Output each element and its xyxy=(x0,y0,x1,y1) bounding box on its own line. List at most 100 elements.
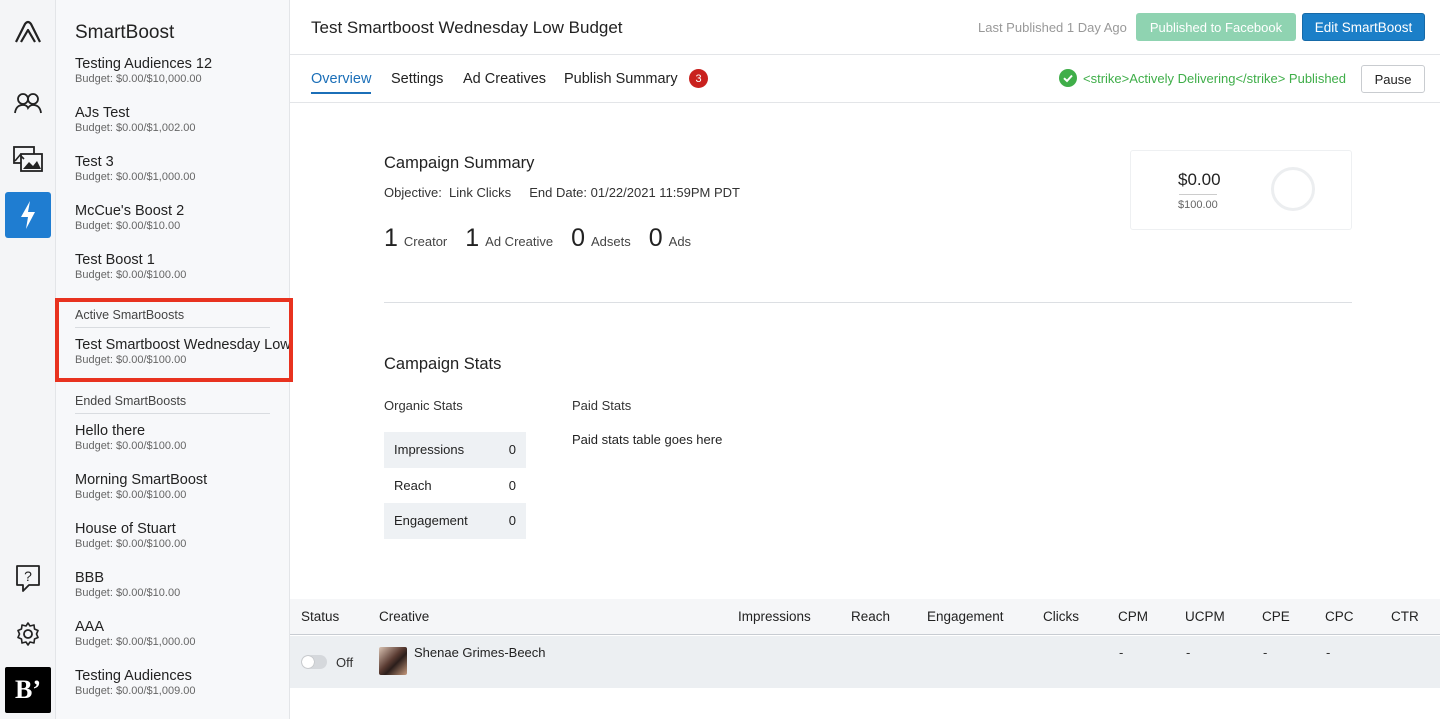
item-name: Testing Audiences 12 xyxy=(75,56,213,72)
page-title: Test Smartboost Wednesday Low Budget xyxy=(311,18,623,37)
item-budget: Budget: $0.00/$100.00 xyxy=(75,489,187,501)
table-row: Impressions 0 xyxy=(384,432,526,468)
svg-text:?: ? xyxy=(24,568,32,584)
ucpm-value: - xyxy=(1186,645,1191,660)
brand-b-text: B’ xyxy=(15,675,41,704)
budget-separator xyxy=(1179,194,1217,195)
col-creative[interactable]: Creative xyxy=(379,609,429,624)
list-item[interactable]: BBB Budget: $0.00/$10.00 xyxy=(75,570,289,600)
budget-spent: $0.00 xyxy=(1178,170,1221,189)
ended-section-label: Ended SmartBoosts xyxy=(75,394,270,414)
col-ucpm[interactable]: UCPM xyxy=(1185,609,1225,624)
list-item[interactable]: Morning SmartBoost Budget: $0.00/$100.00 xyxy=(75,472,289,502)
list-item[interactable]: House of Stuart Budget: $0.00/$100.00 xyxy=(75,521,289,551)
count-value: 0 xyxy=(571,224,585,252)
smartboost-bolt-icon[interactable] xyxy=(5,192,51,238)
table-row: Reach 0 xyxy=(384,468,526,504)
col-impressions[interactable]: Impressions xyxy=(738,609,811,624)
brand-b-icon[interactable]: B’ xyxy=(5,667,51,713)
list-item[interactable]: Hello there Budget: $0.00/$100.00 xyxy=(75,423,289,453)
toggle-knob xyxy=(302,656,314,668)
item-budget: Budget: $0.00/$1,002.00 xyxy=(75,122,196,134)
item-budget: Budget: $0.00/$10.00 xyxy=(75,220,181,232)
list-title: SmartBoost xyxy=(75,22,175,43)
paid-stats-label: Paid Stats xyxy=(572,398,632,413)
item-name: BBB xyxy=(75,570,105,586)
list-item[interactable]: Test Boost 1 Budget: $0.00/$100.00 xyxy=(75,252,289,282)
item-name: Hello there xyxy=(75,423,146,439)
tab-overview[interactable]: Overview xyxy=(311,71,372,94)
count-label: Adsets xyxy=(591,234,631,249)
campaign-stats-title: Campaign Stats xyxy=(384,355,502,373)
cpc-value: - xyxy=(1326,645,1331,660)
paid-stats-placeholder: Paid stats table goes here xyxy=(572,432,723,447)
creatives-icon[interactable] xyxy=(5,136,51,182)
delivery-status: <strike>Actively Delivering</strike> Pub… xyxy=(1059,69,1346,87)
creatives-table-header: Status Creative Impressions Reach Engage… xyxy=(290,599,1440,635)
col-engagement[interactable]: Engagement xyxy=(927,609,1004,624)
item-budget: Budget: $0.00/$100.00 xyxy=(75,269,187,281)
list-item[interactable]: McCue's Boost 2 Budget: $0.00/$10.00 xyxy=(75,203,289,233)
settings-gear-icon[interactable] xyxy=(5,611,51,657)
icon-rail: ? B’ xyxy=(0,0,56,719)
col-cpm[interactable]: CPM xyxy=(1118,609,1148,624)
tab-publish-summary[interactable]: Publish Summary xyxy=(564,71,678,92)
avatar xyxy=(379,647,407,675)
cpe-value: - xyxy=(1263,645,1268,660)
table-row: Engagement 0 xyxy=(384,503,526,539)
count-label: Creator xyxy=(403,234,448,249)
publish-summary-badge: 3 xyxy=(689,69,708,88)
stat-value: 0 xyxy=(508,477,516,493)
col-cpc[interactable]: CPC xyxy=(1325,609,1354,624)
check-circle-icon xyxy=(1059,69,1077,87)
logo-icon[interactable] xyxy=(5,10,51,56)
last-published-text: Last Published 1 Day Ago xyxy=(978,20,1127,35)
creator-name[interactable]: Shenae Grimes-Beech xyxy=(414,645,546,660)
tab-settings[interactable]: Settings xyxy=(391,71,443,92)
count-value: 0 xyxy=(648,224,663,252)
item-budget: Budget: $0.00/$100.00 xyxy=(75,440,187,452)
tab-ad-creatives[interactable]: Ad Creatives xyxy=(463,71,546,92)
stat-value: 0 xyxy=(494,432,526,468)
organic-stats-label: Organic Stats xyxy=(384,398,463,413)
col-status[interactable]: Status xyxy=(301,609,339,624)
col-ctr[interactable]: CTR xyxy=(1391,609,1419,624)
item-name: AJs Test xyxy=(75,105,130,121)
summary-counts: 1 Creator 1 Ad Creative 0 Adsets 0 Ads xyxy=(384,224,709,253)
objective-line: Objective: Link Clicks End Date: 01/22/2… xyxy=(384,185,740,200)
item-budget: Budget: $0.00/$1,000.00 xyxy=(75,636,196,648)
campaign-summary-title: Campaign Summary xyxy=(384,154,535,172)
published-to-facebook-button[interactable]: Published to Facebook xyxy=(1136,13,1296,41)
item-name: AAA xyxy=(75,619,105,635)
list-item[interactable]: Test 3 Budget: $0.00/$1,000.00 xyxy=(75,154,289,184)
item-budget: Budget: $0.00/$1,009.00 xyxy=(75,685,196,697)
table-row: Off Shenae Grimes-Beech - - - - xyxy=(290,636,1440,688)
budget-card: $0.00 $100.00 xyxy=(1130,150,1352,230)
edit-smartboost-button[interactable]: Edit SmartBoost xyxy=(1302,13,1425,41)
stat-label: Impressions xyxy=(384,432,495,468)
col-reach[interactable]: Reach xyxy=(851,609,890,624)
help-icon[interactable]: ? xyxy=(5,555,51,601)
list-item[interactable]: AJs Test Budget: $0.00/$1,002.00 xyxy=(75,105,289,135)
list-item[interactable]: Testing Audiences 12 Budget: $0.00/$10,0… xyxy=(75,56,289,86)
col-clicks[interactable]: Clicks xyxy=(1043,609,1079,624)
item-budget: Budget: $0.00/$10,000.00 xyxy=(75,73,202,85)
item-budget: Budget: $0.00/$10.00 xyxy=(75,587,181,599)
col-cpe[interactable]: CPE xyxy=(1262,609,1290,624)
pause-button[interactable]: Pause xyxy=(1361,65,1425,93)
list-item[interactable]: Testing Audiences Budget: $0.00/$1,009.0… xyxy=(75,668,289,698)
count-label: Ads xyxy=(668,234,692,249)
status-toggle[interactable] xyxy=(301,655,327,669)
section-divider xyxy=(384,302,1352,303)
audiences-icon[interactable] xyxy=(5,80,51,126)
item-budget: Budget: $0.00/$1,000.00 xyxy=(75,171,196,183)
stat-label: Reach xyxy=(394,477,432,493)
list-item[interactable]: AAA Budget: $0.00/$1,000.00 xyxy=(75,619,289,649)
stat-value: 0 xyxy=(494,503,526,539)
count-value: 1 xyxy=(384,224,398,252)
item-budget: Budget: $0.00/$100.00 xyxy=(75,538,187,550)
table-footer-space xyxy=(290,688,1440,719)
item-name: Testing Audiences xyxy=(75,668,192,684)
item-name: Morning SmartBoost xyxy=(75,472,208,488)
page-header: Test Smartboost Wednesday Low Budget Las… xyxy=(290,0,1440,55)
